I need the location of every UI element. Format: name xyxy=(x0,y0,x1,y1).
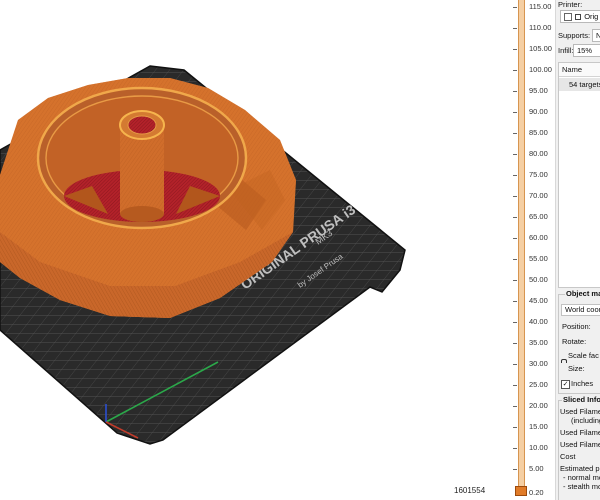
layer-slider-tick xyxy=(513,238,517,239)
layer-slider-tick xyxy=(513,427,517,428)
used-filament-label: Used Filamen xyxy=(560,407,600,416)
layer-slider-tick-label: 55.00 xyxy=(529,254,548,263)
layer-slider-tick xyxy=(513,343,517,344)
object-manipulation-group: Object man World coord Position: Rotate:… xyxy=(558,289,600,394)
layer-slider-tick xyxy=(513,217,517,218)
scene-canvas[interactable]: ORIGINAL PRUSA i3 MK3 by Josef Prusa xyxy=(0,0,490,500)
viewport-gutter xyxy=(490,0,511,500)
status-count: 1601554 xyxy=(454,486,486,495)
3d-viewport[interactable]: ORIGINAL PRUSA i3 MK3 by Josef Prusa 160… xyxy=(0,0,490,500)
layer-slider-tick-label: 70.00 xyxy=(529,191,548,200)
layer-slider-tick-label: 35.00 xyxy=(529,338,548,347)
object-list[interactable]: Name 54 targets. xyxy=(558,62,600,288)
layer-slider-tick-label: 110.00 xyxy=(529,23,552,32)
layer-slider-track[interactable] xyxy=(518,0,525,490)
layer-slider-tick-label: 105.00 xyxy=(529,44,552,53)
infill-select[interactable]: 15% xyxy=(573,44,600,57)
layer-slider-tick-label: 10.00 xyxy=(529,443,548,452)
sliced-info-group: Sliced Info Used Filamen (including Used… xyxy=(558,395,600,500)
layer-slider-tick xyxy=(513,385,517,386)
checkbox-check-icon: ✓ xyxy=(561,379,570,389)
layer-slider-tick xyxy=(513,406,517,407)
printer-select-value: Orig xyxy=(584,12,599,21)
layer-slider-tick-label: 25.00 xyxy=(529,380,548,389)
layer-slider-tick-label: 50.00 xyxy=(529,275,548,284)
layer-slider-tick xyxy=(513,301,517,302)
printer-select[interactable]: Orig xyxy=(560,10,600,23)
layer-slider[interactable]: 115.00 110.00 105.00 100.00 95.00 90.00 85.00 8… xyxy=(511,0,555,500)
supports-select[interactable]: No xyxy=(592,29,600,42)
layer-slider-tick-label: 90.00 xyxy=(529,107,548,116)
used-filament-label-2: Used Filamen xyxy=(560,428,600,437)
layer-slider-tick-label: 45.00 xyxy=(529,296,548,305)
layer-slider-tick-label: 65.00 xyxy=(529,212,548,221)
stealth-mode-label: - stealth mo xyxy=(563,482,600,491)
printer-label: Printer: xyxy=(558,0,583,9)
layer-slider-tick xyxy=(513,49,517,50)
layer-slider-bottom-thumb[interactable] xyxy=(515,486,527,496)
inches-label: Inches xyxy=(571,379,594,388)
lock-scale-icon[interactable] xyxy=(561,357,567,366)
layer-slider-tick xyxy=(513,112,517,113)
layer-slider-tick-label: 80.00 xyxy=(529,149,548,158)
layer-slider-tick xyxy=(513,70,517,71)
lock-icon xyxy=(575,14,582,21)
layer-slider-tick-label: 30.00 xyxy=(529,359,548,368)
layer-slider-tick xyxy=(513,91,517,92)
layer-slider-bottom-label: 0.20 xyxy=(529,488,544,497)
layer-slider-tick-label: 115.00 xyxy=(529,2,552,11)
layer-slider-tick-label: 40.00 xyxy=(529,317,548,326)
supports-label: Supports: xyxy=(558,31,591,40)
used-filament-including-label: (including xyxy=(571,416,600,425)
cost-label: Cost xyxy=(560,452,576,461)
layer-slider-tick xyxy=(513,364,517,365)
layer-slider-tick-label: 60.00 xyxy=(529,233,548,242)
normal-mode-label: - normal mo xyxy=(563,473,600,482)
layer-slider-tick-label: 5.00 xyxy=(529,464,544,473)
layer-slider-tick-label: 15.00 xyxy=(529,422,548,431)
object-manipulation-title: Object man xyxy=(565,289,600,298)
layer-slider-tick xyxy=(513,448,517,449)
estimated-print-time-label: Estimated pri xyxy=(560,464,600,473)
object-list-name-header[interactable]: Name xyxy=(559,63,600,77)
scale-label: Scale fac xyxy=(568,351,599,360)
layer-slider-tick xyxy=(513,28,517,29)
layer-slider-tick xyxy=(513,154,517,155)
used-filament-label-3: Used Filamen xyxy=(560,440,600,449)
layer-slider-tick xyxy=(513,133,517,134)
object-list-item[interactable]: 54 targets. xyxy=(559,78,600,91)
layer-slider-tick xyxy=(513,196,517,197)
inches-checkbox[interactable]: ✓ Inches xyxy=(561,379,593,389)
layer-slider-tick xyxy=(513,7,517,8)
layer-slider-tick xyxy=(513,322,517,323)
coordinates-select[interactable]: World coord xyxy=(561,304,600,316)
printer-icon xyxy=(564,13,572,22)
layer-slider-tick xyxy=(513,280,517,281)
position-label: Position: xyxy=(562,322,591,331)
layer-slider-tick xyxy=(513,259,517,260)
rotate-label: Rotate: xyxy=(562,337,587,346)
infill-label: Infill: xyxy=(558,46,574,55)
sliced-info-title: Sliced Info xyxy=(562,395,600,404)
layer-slider-tick xyxy=(513,175,517,176)
layer-slider-tick-label: 20.00 xyxy=(529,401,548,410)
layer-slider-tick xyxy=(513,469,517,470)
layer-slider-tick-label: 95.00 xyxy=(529,86,548,95)
layer-slider-tick-label: 75.00 xyxy=(529,170,548,179)
layer-slider-tick-label: 100.00 xyxy=(529,65,552,74)
size-label: Size: xyxy=(568,364,585,373)
right-sidebar: Printer: Orig Supports: No Infill: 15% N… xyxy=(555,0,600,500)
layer-slider-tick-label: 85.00 xyxy=(529,128,548,137)
